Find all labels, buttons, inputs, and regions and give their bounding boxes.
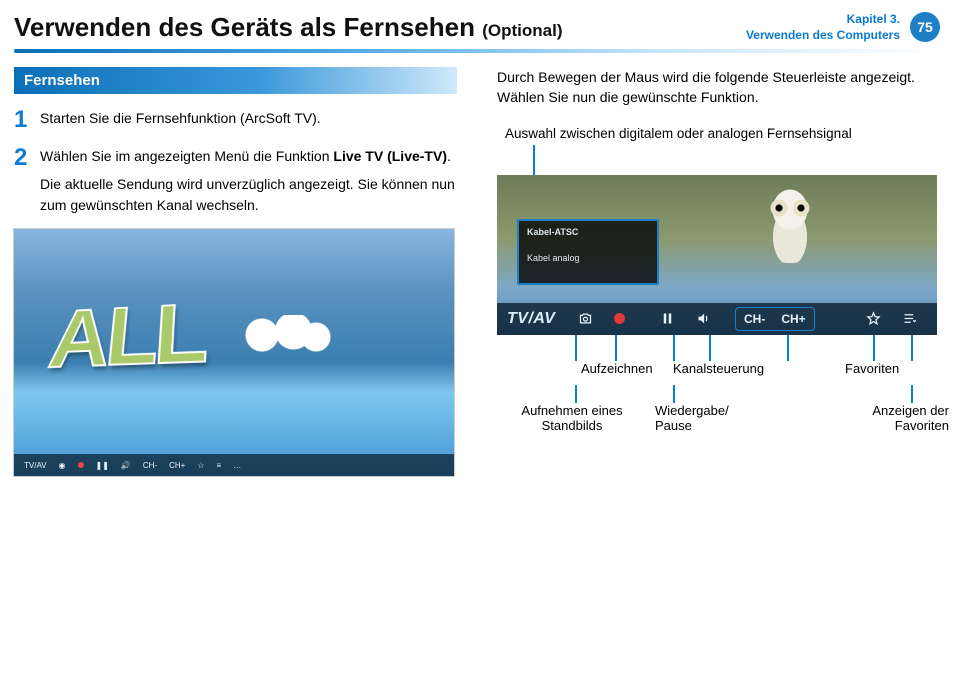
- signal-select-label: Auswahl zwischen digitalem oder analogen…: [505, 126, 937, 141]
- ch-plus-button[interactable]: CH+: [773, 312, 813, 326]
- volume-icon[interactable]: [685, 311, 721, 326]
- labels-row-2: Aufnehmen eines Standbilds Wiedergabe/ P…: [497, 403, 954, 443]
- control-bar: TV/AV CH- CH+: [497, 303, 937, 335]
- header-divider: [14, 49, 940, 53]
- connector-row-1: [497, 335, 937, 361]
- snapshot-icon[interactable]: [567, 311, 603, 326]
- camera-icon: ◉: [59, 461, 66, 470]
- clouds-decoration: [244, 315, 334, 355]
- volume-icon: 🔊: [121, 461, 131, 470]
- tvav-button[interactable]: TV/AV: [507, 310, 567, 328]
- page-number: 75: [917, 19, 933, 35]
- title-optional: (Optional): [482, 21, 562, 40]
- label-wiedergabe: Wiedergabe/ Pause: [655, 403, 745, 434]
- chapter-info: Kapitel 3. Verwenden des Computers: [746, 12, 900, 43]
- step-text-pre: Wählen Sie im angezeigten Menü die Funkt…: [40, 148, 333, 164]
- signal-menu: Kabel-ATSC Kabel analog: [517, 219, 659, 285]
- owl-decoration: [758, 181, 822, 263]
- title-main: Verwenden des Geräts als Fernsehen: [14, 12, 475, 42]
- star-icon: ☆: [197, 461, 204, 470]
- step-text: Wählen Sie im angezeigten Menü die Funkt…: [40, 146, 457, 215]
- label-standbild: Aufnehmen eines Standbilds: [507, 403, 637, 434]
- step-text-bold: Live TV (Live-TV): [333, 148, 447, 164]
- favorites-list-icon[interactable]: [891, 311, 927, 326]
- step-2: 2 Wählen Sie im angezeigten Menü die Fun…: [14, 146, 457, 215]
- pause-icon[interactable]: [649, 311, 685, 326]
- page-header: Verwenden des Geräts als Fernsehen (Opti…: [0, 0, 954, 49]
- chapter-line2: Verwenden des Computers: [746, 28, 900, 44]
- figure1-control-bar: TV/AV ◉ ❚❚ 🔊 CH- CH+ ☆ ≡ …: [14, 454, 454, 476]
- step-number: 2: [14, 146, 40, 215]
- right-column: Durch Bewegen der Maus wird die folgende…: [497, 67, 940, 476]
- record-icon: [78, 462, 84, 468]
- section-heading: Fernsehen: [14, 67, 457, 94]
- figure-tv-overview: ALL TV/AV ◉ ❚❚ 🔊 CH- CH+ ☆ ≡ …: [14, 229, 454, 476]
- favorite-star-icon[interactable]: [855, 311, 891, 326]
- menu-item-analog: Kabel analog: [527, 253, 649, 263]
- ch-minus-button[interactable]: CH-: [736, 312, 773, 326]
- label-kanalsteuerung: Kanalsteuerung: [673, 361, 764, 377]
- record-icon[interactable]: [603, 313, 635, 324]
- list-icon: ≡: [217, 461, 222, 470]
- step-text: Starten Sie die Fernsehfunktion (ArcSoft…: [40, 108, 321, 132]
- connector-row-2: [497, 385, 937, 403]
- connector-line: [533, 145, 535, 175]
- tvav-label: TV/AV: [24, 461, 47, 470]
- chapter-line1: Kapitel 3.: [746, 12, 900, 28]
- ch-minus-label: CH-: [143, 461, 157, 470]
- step-1: 1 Starten Sie die Fernsehfunktion (ArcSo…: [14, 108, 457, 132]
- channel-group: CH- CH+: [735, 307, 815, 331]
- right-intro-text: Durch Bewegen der Maus wird die folgende…: [497, 67, 940, 108]
- page-title: Verwenden des Geräts als Fernsehen (Opti…: [14, 12, 746, 43]
- label-aufzeichnen: Aufzeichnen: [581, 361, 653, 377]
- step-number: 1: [14, 108, 40, 132]
- pause-icon: ❚❚: [96, 461, 109, 470]
- label-favoriten: Favoriten: [845, 361, 899, 377]
- menu-item-atsc: Kabel-ATSC: [527, 227, 649, 237]
- page-number-badge: 75: [910, 12, 940, 42]
- more-icon: …: [233, 461, 241, 470]
- label-anzeigen: Anzeigen der Favoriten: [849, 403, 949, 434]
- ch-plus-label: CH+: [169, 461, 185, 470]
- step-text-post: .: [447, 148, 451, 164]
- left-column: Fernsehen 1 Starten Sie die Fernsehfunkt…: [14, 67, 457, 476]
- step-subtext: Die aktuelle Sendung wird unverzüglich a…: [40, 174, 457, 215]
- figure-letters: ALL: [44, 287, 206, 388]
- figure-control-bar-detail: Auswahl zwischen digitalem oder analogen…: [497, 126, 937, 443]
- figure2-image: Kabel-ATSC Kabel analog TV/AV: [497, 175, 937, 335]
- labels-row-1: Aufzeichnen Kanalsteuerung Favoriten: [497, 361, 954, 385]
